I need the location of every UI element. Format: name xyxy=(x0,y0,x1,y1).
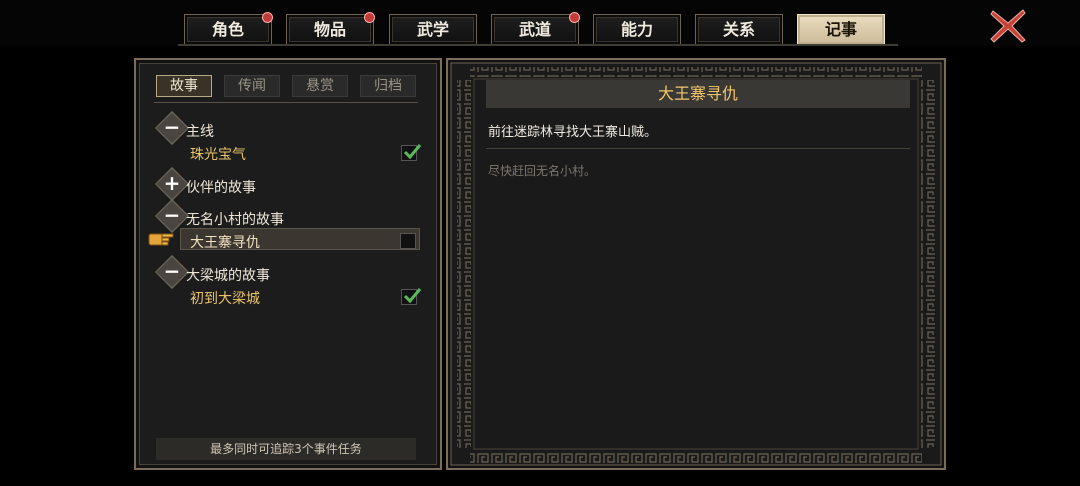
tab-relations[interactable]: 关系 xyxy=(695,14,783,44)
tab-items[interactable]: 物品 xyxy=(286,12,375,44)
subtab-stories[interactable]: 故事 xyxy=(156,75,212,97)
subtab-archive[interactable]: 归档 xyxy=(360,75,416,97)
checkmark-icon xyxy=(403,144,422,160)
quest-checkbox[interactable] xyxy=(401,144,422,161)
quest-item[interactable]: 大王寨寻仇 xyxy=(190,232,260,252)
collapse-minus-icon[interactable]: − xyxy=(155,255,189,289)
category-nameless-village[interactable]: 无名小村的故事 xyxy=(186,209,284,229)
quest-detail-panel: 大王寨寻仇 前往迷踪林寻找大王寨山贼。 尽快赶回无名小村。 xyxy=(446,58,946,470)
close-x-icon[interactable] xyxy=(989,8,1027,44)
tab-divider xyxy=(178,44,898,46)
quest-checkbox[interactable] xyxy=(400,233,416,249)
category-daliang-city[interactable]: 大梁城的故事 xyxy=(186,265,270,285)
quest-title: 大王寨寻仇 xyxy=(486,80,910,108)
detail-divider xyxy=(486,148,910,149)
subtab-rumors[interactable]: 传闻 xyxy=(224,75,280,97)
quest-item[interactable]: 珠光宝气 xyxy=(190,144,246,164)
notification-badge xyxy=(364,12,375,23)
checkmark-icon xyxy=(403,288,422,304)
collapse-minus-icon[interactable]: − xyxy=(155,111,189,145)
quest-list-panel: 故事 传闻 悬赏 归档 − 主线 珠光宝气 + 伙伴的故事 − 无名小村的故事 … xyxy=(134,58,442,470)
tab-abilities[interactable]: 能力 xyxy=(593,14,681,44)
tab-journal[interactable]: 记事 xyxy=(797,14,885,44)
tab-character[interactable]: 角色 xyxy=(184,12,273,44)
expand-plus-icon[interactable]: + xyxy=(155,167,189,201)
tracking-limit-note: 最多同时可追踪3个事件任务 xyxy=(156,438,416,460)
notification-badge xyxy=(262,12,273,23)
category-companion-stories[interactable]: 伙伴的故事 xyxy=(186,177,256,197)
pointing-hand-icon xyxy=(148,233,174,246)
category-main-story[interactable]: 主线 xyxy=(186,121,214,141)
notification-badge xyxy=(569,12,580,23)
top-navigation-bar: 角色 物品 武学 武道 能力 关系 记事 xyxy=(0,0,1080,46)
subtab-divider xyxy=(154,102,418,103)
tab-martial-way[interactable]: 武道 xyxy=(491,12,580,44)
quest-item[interactable]: 初到大梁城 xyxy=(190,288,260,308)
quest-checkbox[interactable] xyxy=(401,288,422,305)
quest-description: 前往迷踪林寻找大王寨山贼。 xyxy=(488,125,658,140)
tab-martial-arts[interactable]: 武学 xyxy=(389,14,477,44)
quest-hint: 尽快赶回无名小村。 xyxy=(488,164,597,178)
subtab-bounties[interactable]: 悬赏 xyxy=(292,75,348,97)
